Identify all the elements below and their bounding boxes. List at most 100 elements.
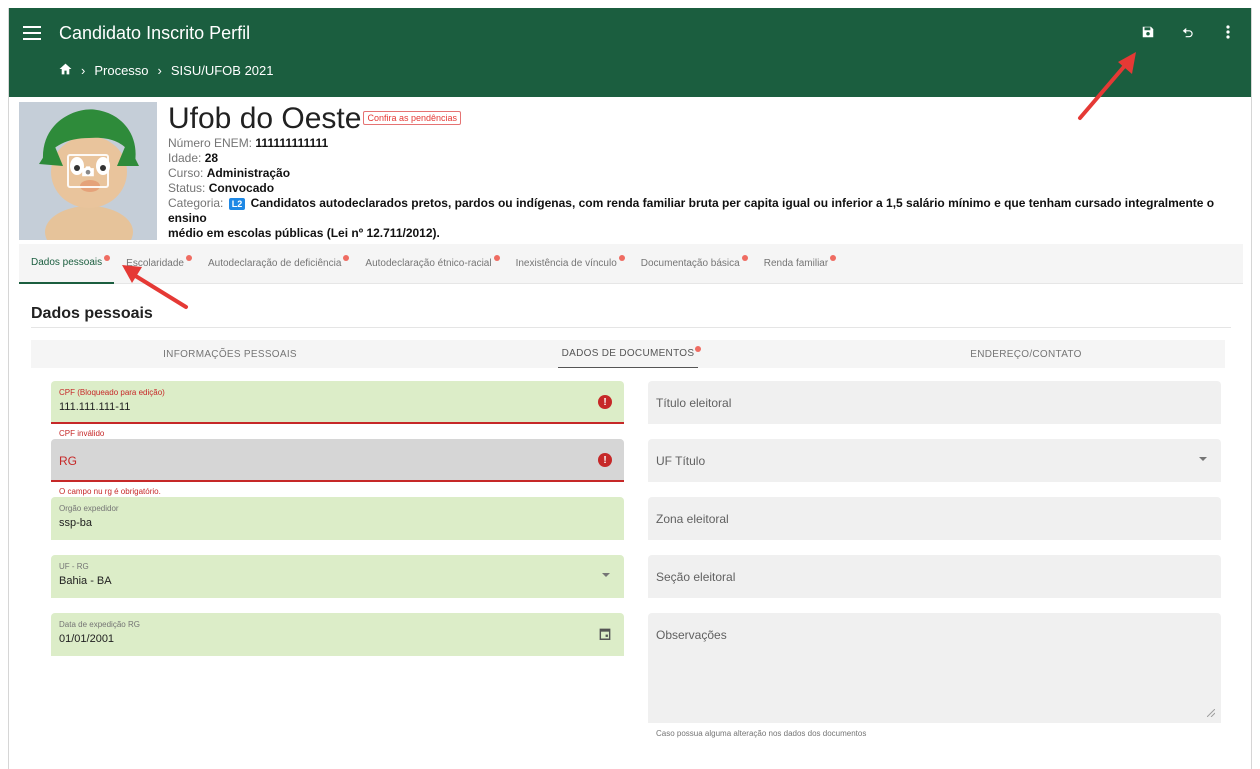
error-icon: ! (598, 395, 612, 409)
undo-icon[interactable] (1179, 22, 1197, 42)
cpf-label: CPF (Bloqueado para edição) (59, 388, 165, 397)
cpf-error-text: CPF inválido (59, 429, 105, 438)
toolbar-actions (1139, 22, 1237, 42)
resize-handle-icon[interactable] (1207, 709, 1215, 717)
cpf-field[interactable]: CPF (Bloqueado para edição) 111.111.111-… (51, 381, 624, 424)
data-expedicao-label: Data de expedição RG (59, 620, 140, 629)
dropdown-arrow-icon[interactable] (602, 573, 610, 577)
subtab-label: DADOS DE DOCUMENTOS (561, 348, 695, 359)
curso-row: Curso: Administração (168, 166, 1243, 181)
enem-value: 111111111111 (255, 136, 329, 150)
pending-dot (618, 254, 625, 261)
status-row: Status: Convocado (168, 181, 1243, 196)
pending-dot (741, 254, 748, 261)
categoria-label: Categoria: (168, 196, 224, 210)
app-bar: Candidato Inscrito Perfil › Processo › S… (9, 8, 1251, 97)
page-title: Candidato Inscrito Perfil (59, 23, 251, 43)
idade-label: Idade: (168, 151, 202, 165)
status-label: Status: (168, 181, 206, 195)
more-vert-icon[interactable] (1219, 22, 1237, 42)
enem-row: Número ENEM: 111111111111 (168, 136, 1243, 151)
subtab-informacoes-pessoais[interactable]: INFORMAÇÕES PESSOAIS (31, 340, 429, 368)
categoria-row-2: médio em escolas públicas (Lei nº 12.711… (168, 226, 1243, 241)
uf-titulo-placeholder: UF Título (656, 454, 706, 468)
tab-label: Autodeclaração de deficiência (207, 258, 342, 269)
rg-field[interactable]: RG ! (51, 439, 624, 482)
profile-info: Ufob do Oeste Confira as pendências Núme… (168, 102, 1243, 241)
tab-autodeclaracao-etnico-racial[interactable]: Autodeclaração étnico-racial (353, 244, 503, 284)
secao-eleitoral-field[interactable]: Seção eleitoral (648, 555, 1221, 598)
tab-label: Escolaridade (126, 258, 184, 269)
breadcrumb-processo[interactable]: Processo (94, 63, 148, 78)
dropdown-arrow-icon[interactable] (1199, 457, 1207, 461)
cpf-value: 111.111.111-11 (59, 401, 131, 413)
status-value: Convocado (208, 181, 275, 195)
titulo-eleitoral-field[interactable]: Título eleitoral (648, 381, 1221, 424)
subtab-endereco-contato[interactable]: ENDEREÇO/CONTATO (827, 340, 1225, 368)
curso-value: Administração (206, 166, 291, 180)
subtab-label: ENDEREÇO/CONTATO (970, 348, 1082, 360)
tab-label: Autodeclaração étnico-racial (365, 258, 492, 269)
subtab-label: INFORMAÇÕES PESSOAIS (163, 348, 297, 360)
breadcrumb: › Processo › SISU/UFOB 2021 (59, 63, 274, 78)
tab-documentacao-basica[interactable]: Documentação básica (629, 244, 752, 284)
rg-placeholder: RG (59, 454, 77, 468)
home-icon[interactable] (59, 63, 72, 78)
document-subtabs: INFORMAÇÕES PESSOAIS DADOS DE DOCUMENTOS… (31, 340, 1225, 368)
data-expedicao-value: 01/01/2001 (59, 633, 115, 645)
chevron-right-icon: › (81, 63, 86, 78)
idade-row: Idade: 28 (168, 151, 1243, 166)
categoria-badge: L2 (228, 198, 246, 210)
curso-label: Curso: (168, 166, 204, 180)
error-icon: ! (598, 453, 612, 467)
uf-titulo-select[interactable]: UF Título (648, 439, 1221, 482)
tab-autodeclaracao-deficiencia[interactable]: Autodeclaração de deficiência (196, 244, 353, 284)
pending-dot (695, 346, 702, 352)
orgao-expedidor-field[interactable]: Orgão expedidor ssp-ba (51, 497, 624, 540)
app-window: Candidato Inscrito Perfil › Processo › S… (8, 8, 1252, 769)
uf-rg-value: Bahia - BA (59, 575, 112, 587)
pending-dot (185, 254, 192, 261)
zona-eleitoral-field[interactable]: Zona eleitoral (648, 497, 1221, 540)
pending-dot (493, 254, 500, 261)
tab-renda-familiar[interactable]: Renda familiar (752, 244, 840, 284)
titulo-placeholder: Título eleitoral (656, 396, 732, 410)
save-icon[interactable] (1139, 22, 1157, 42)
tab-escolaridade[interactable]: Escolaridade (114, 244, 196, 284)
profile-tabs: Dados pessoais Escolaridade Autodeclaraç… (19, 244, 1243, 284)
categoria-value: Candidatos autodeclarados pretos, pardos… (168, 196, 1215, 225)
calendar-icon[interactable] (598, 627, 612, 641)
tab-label: Renda familiar (763, 258, 829, 269)
menu-icon[interactable] (23, 26, 41, 42)
chevron-right-icon: › (157, 63, 162, 78)
rg-error-text: O campo nu rg é obrigatório. (59, 487, 161, 496)
data-expedicao-field[interactable]: Data de expedição RG 01/01/2001 (51, 613, 624, 656)
section-title: Dados pessoais (31, 305, 153, 322)
zona-placeholder: Zona eleitoral (656, 512, 729, 526)
pending-dot (830, 254, 837, 261)
tab-dados-pessoais[interactable]: Dados pessoais (19, 244, 115, 284)
enem-label: Número ENEM: (168, 136, 253, 150)
uf-rg-select[interactable]: UF - RG Bahia - BA (51, 555, 624, 598)
pending-dot (104, 254, 111, 261)
avatar[interactable] (19, 102, 157, 240)
subtab-dados-documentos[interactable]: DADOS DE DOCUMENTOS (429, 340, 827, 368)
uf-rg-label: UF - RG (59, 562, 89, 571)
breadcrumb-sisu[interactable]: SISU/UFOB 2021 (171, 63, 274, 78)
orgao-label: Orgão expedidor (59, 504, 119, 513)
candidate-profile: Ufob do Oeste Confira as pendências Núme… (19, 102, 1243, 240)
pending-badge[interactable]: Confira as pendências (363, 111, 462, 125)
tab-label: Documentação básica (640, 258, 740, 269)
categoria-value-cont: médio em escolas públicas (Lei nº 12.711… (168, 226, 440, 240)
pending-dot (343, 254, 350, 261)
tab-label: Dados pessoais (31, 257, 103, 268)
observacoes-textarea[interactable]: Observações (648, 613, 1221, 723)
observacoes-hint: Caso possua alguma alteração nos dados d… (656, 729, 867, 738)
idade-value: 28 (204, 151, 219, 165)
tab-inexistencia-vinculo[interactable]: Inexistência de vínculo (504, 244, 629, 284)
tab-label: Inexistência de vínculo (515, 258, 617, 269)
observacoes-placeholder: Observações (656, 628, 727, 642)
secao-placeholder: Seção eleitoral (656, 570, 736, 584)
categoria-row: Categoria: L2 Candidatos autodeclarados … (168, 196, 1243, 226)
camera-icon[interactable] (67, 154, 109, 188)
